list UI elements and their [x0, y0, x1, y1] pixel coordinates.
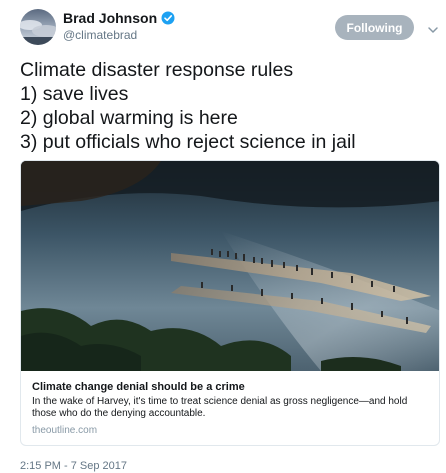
tweet-header: Brad Johnson @climatebrad Following [0, 0, 446, 56]
name-row: Brad Johnson [63, 10, 175, 26]
following-button[interactable]: Following [335, 15, 414, 40]
link-card[interactable]: Climate change denial should be a crime … [20, 160, 440, 446]
user-handle[interactable]: @climatebrad [63, 28, 137, 42]
tweet-text: Climate disaster response rules 1) save … [20, 58, 430, 154]
chevron-down-icon[interactable] [427, 22, 439, 33]
card-title[interactable]: Climate change denial should be a crime [32, 380, 430, 394]
display-name[interactable]: Brad Johnson [63, 10, 157, 26]
tweet-line: 3) put officials who reject science in j… [20, 131, 356, 153]
card-image[interactable] [21, 161, 439, 371]
avatar-image [20, 9, 56, 45]
tweet-line: 2) global warming is here [20, 107, 238, 129]
flood-photo [21, 161, 439, 371]
verified-badge-icon [161, 11, 175, 25]
card-description: In the wake of Harvey, it's time to trea… [32, 396, 408, 419]
tweet-timestamp[interactable]: 2:15 PM - 7 Sep 2017 [20, 460, 127, 472]
tweet-line: Climate disaster response rules [20, 59, 294, 81]
tweet-line: 1) save lives [20, 83, 129, 105]
avatar[interactable] [20, 9, 56, 45]
card-body[interactable]: Climate change denial should be a crime … [21, 371, 439, 445]
card-domain[interactable]: theoutline.com [32, 425, 430, 436]
